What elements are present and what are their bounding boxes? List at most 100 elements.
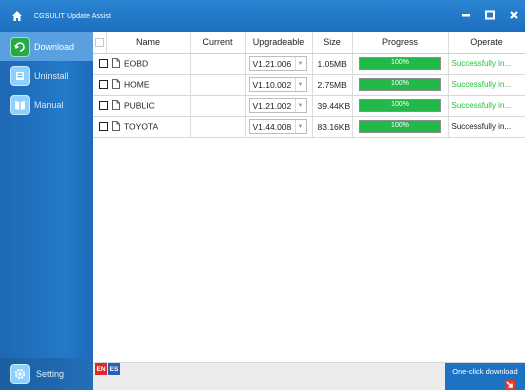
row-checkbox[interactable] <box>99 122 108 131</box>
close-button[interactable] <box>507 8 521 22</box>
progress-bar: 100% <box>359 99 441 112</box>
download-arrow-icon <box>505 380 515 390</box>
table-row[interactable]: HOME V1.10.002 ▼ 2.75MB 100% Successfully in.… <box>93 74 525 96</box>
sidebar-item-manual[interactable]: Manual <box>0 90 93 119</box>
sidebar-item-label: Uninstall <box>34 70 69 81</box>
version-select[interactable]: V1.21.006 ▼ <box>248 56 307 71</box>
progress-label: 100% <box>391 122 409 129</box>
table-row[interactable]: EOBD V1.21.006 ▼ 1.05MB 100% Successfully in.… <box>93 53 525 75</box>
empty-row <box>93 305 525 326</box>
row-checkbox[interactable] <box>99 59 108 68</box>
file-icon <box>112 99 120 112</box>
file-name: TOYOTA <box>124 120 159 131</box>
chevron-down-icon: ▼ <box>294 78 306 91</box>
select-all-checkbox[interactable] <box>94 38 104 48</box>
version-value: V1.21.006 <box>252 58 292 69</box>
select-all-cell[interactable] <box>93 32 107 54</box>
version-value: V1.10.002 <box>252 79 292 90</box>
upgradeable-cell: V1.10.002 ▼ <box>245 74 313 96</box>
progress-cell: 100% <box>352 74 449 96</box>
row-checkbox[interactable] <box>99 101 108 110</box>
column-header-current: Current <box>190 32 246 54</box>
operate-status: Successfully in... <box>448 74 525 96</box>
progress-bar: 100% <box>359 57 441 70</box>
empty-row <box>93 137 525 158</box>
language-selector: EN ES <box>95 363 120 375</box>
sidebar-item-label: Manual <box>34 99 64 110</box>
sidebar-item-label: Download <box>34 41 75 52</box>
empty-row <box>93 284 525 305</box>
table-header-row: Name Current Upgradeable Size Progress O… <box>93 32 525 54</box>
progress-bar: 100% <box>359 78 441 91</box>
size-cell: 2.75MB <box>312 74 353 96</box>
sidebar: Download Uninstall Manual Setting <box>0 32 93 390</box>
bottom-bar: EN ES One-click download <box>93 362 525 390</box>
uninstall-icon <box>10 65 30 86</box>
sidebar-item-uninstall[interactable]: Uninstall <box>0 61 93 90</box>
empty-row <box>93 221 525 242</box>
file-name: PUBLIC <box>124 99 155 110</box>
current-version-cell <box>190 116 246 138</box>
window-controls <box>459 8 521 22</box>
manual-icon <box>10 94 30 115</box>
empty-row <box>93 263 525 284</box>
operate-status: Successfully in... <box>448 53 525 75</box>
progress-cell: 100% <box>352 53 449 75</box>
chevron-down-icon: ▼ <box>294 99 306 112</box>
size-cell: 83.16KB <box>312 116 353 138</box>
row-checkbox[interactable] <box>99 80 108 89</box>
table-row[interactable]: PUBLIC V1.21.002 ▼ 39.44KB 100% Successfully … <box>93 95 525 117</box>
progress-bar: 100% <box>359 120 441 133</box>
file-icon <box>112 57 120 70</box>
operate-status: Successfully in... <box>448 95 525 117</box>
one-click-download-button[interactable]: One-click download <box>445 363 525 390</box>
upgradeable-cell: V1.21.006 ▼ <box>245 53 313 75</box>
column-header-name: Name <box>106 32 191 54</box>
progress-label: 100% <box>391 59 409 66</box>
maximize-button[interactable] <box>483 8 497 22</box>
size-cell: 1.05MB <box>312 53 353 75</box>
home-icon[interactable] <box>8 7 26 25</box>
window-title: CGSULIT Update Assist <box>34 12 112 20</box>
empty-row <box>93 179 525 200</box>
name-cell: EOBD <box>95 53 180 75</box>
progress-label: 100% <box>391 101 409 108</box>
version-select[interactable]: V1.10.002 ▼ <box>248 77 307 92</box>
upgradeable-cell: V1.44.008 ▼ <box>245 116 313 138</box>
file-name: HOME <box>124 78 150 89</box>
empty-row <box>93 200 525 221</box>
upgradeable-cell: V1.21.002 ▼ <box>245 95 313 117</box>
empty-row <box>93 242 525 263</box>
progress-label: 100% <box>391 80 409 87</box>
column-header-operate: Operate <box>448 32 525 54</box>
chevron-down-icon: ▼ <box>294 57 306 70</box>
current-version-cell <box>190 74 246 96</box>
column-header-size: Size <box>312 32 353 54</box>
column-header-upgradeable: Upgradeable <box>245 32 313 54</box>
one-click-download-label: One-click download <box>452 367 518 376</box>
file-icon <box>112 78 120 91</box>
sidebar-item-label: Setting <box>36 369 65 379</box>
download-icon <box>10 36 30 57</box>
name-cell: HOME <box>95 74 180 96</box>
name-cell: PUBLIC <box>95 95 180 117</box>
sidebar-item-setting[interactable]: Setting <box>0 358 93 390</box>
file-table: Name Current Upgradeable Size Progress O… <box>93 32 525 368</box>
version-select[interactable]: V1.21.002 ▼ <box>248 98 307 113</box>
language-en-button[interactable]: EN <box>95 363 107 375</box>
minimize-button[interactable] <box>459 8 473 22</box>
table-row[interactable]: TOYOTA V1.44.008 ▼ 83.16KB 100% Successfully … <box>93 116 525 138</box>
title-bar: CGSULIT Update Assist <box>0 0 525 32</box>
gear-icon <box>10 364 30 384</box>
file-icon <box>112 120 120 133</box>
progress-cell: 100% <box>352 116 449 138</box>
chevron-down-icon: ▼ <box>294 120 306 133</box>
size-cell: 39.44KB <box>312 95 353 117</box>
version-select[interactable]: V1.44.008 ▼ <box>248 119 307 134</box>
sidebar-item-download[interactable]: Download <box>0 32 93 61</box>
file-name: EOBD <box>124 57 149 68</box>
version-value: V1.44.008 <box>252 121 292 132</box>
operate-status: Successfully in... <box>448 116 525 138</box>
language-es-button[interactable]: ES <box>108 363 120 375</box>
version-value: V1.21.002 <box>252 100 292 111</box>
